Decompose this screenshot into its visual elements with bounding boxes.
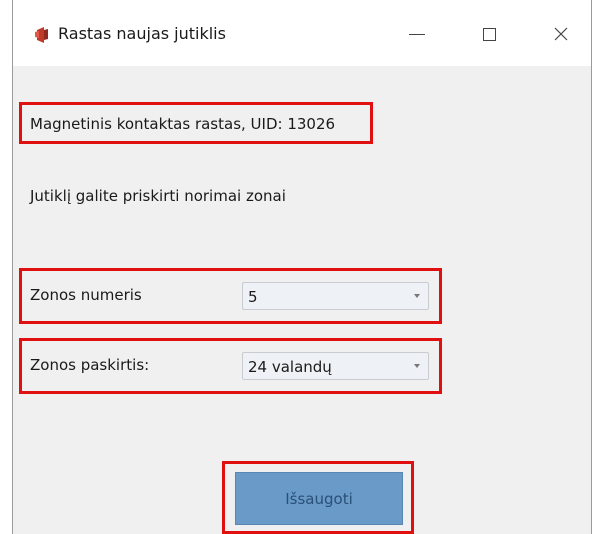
zone-number-label: Zonos numeris: [30, 286, 142, 304]
instruction-text: Jutiklį galite priskirti norimai zonai: [30, 187, 286, 205]
chevron-down-icon: [414, 364, 420, 368]
dialog-content: Magnetinis kontaktas rastas, UID: 13026 …: [13, 66, 591, 534]
minimize-icon: [409, 33, 425, 35]
close-icon: [554, 27, 568, 41]
zone-purpose-value: 24 valandų: [248, 358, 332, 376]
maximize-button[interactable]: [466, 16, 512, 52]
close-button[interactable]: [538, 16, 584, 52]
zone-number-value: 5: [248, 288, 258, 306]
zone-purpose-label: Zonos paskirtis:: [30, 356, 150, 374]
dialog-window: Rastas naujas jutiklis Magnetinis kontak…: [12, 0, 592, 534]
chevron-down-icon: [414, 294, 420, 298]
save-button-label: Išsaugoti: [285, 489, 353, 508]
found-message: Magnetinis kontaktas rastas, UID: 13026: [30, 115, 336, 133]
title-bar: Rastas naujas jutiklis: [13, 0, 591, 66]
app-icon: [35, 27, 48, 43]
maximize-icon: [482, 27, 496, 41]
save-button[interactable]: Išsaugoti: [235, 472, 403, 525]
zone-purpose-select[interactable]: 24 valandų: [242, 352, 429, 380]
zone-number-select[interactable]: 5: [242, 282, 429, 310]
window-title: Rastas naujas jutiklis: [58, 24, 226, 43]
minimize-button[interactable]: [394, 16, 440, 52]
